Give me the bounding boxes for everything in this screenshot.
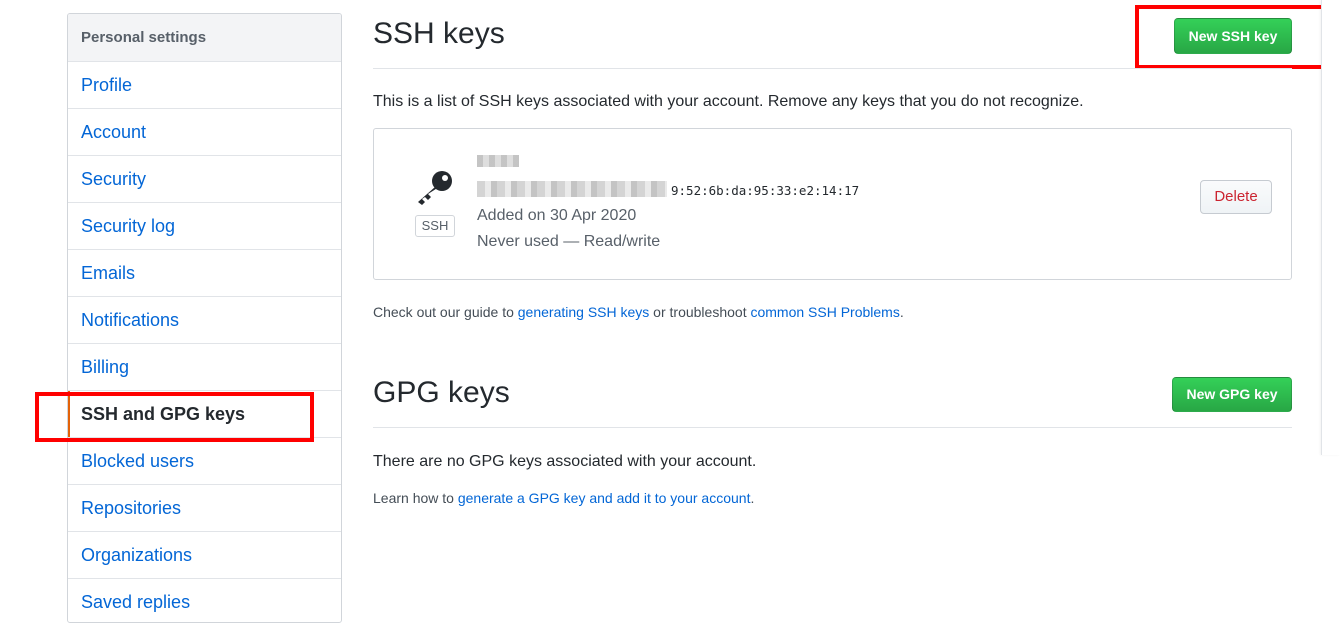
generating-ssh-keys-link[interactable]: generating SSH keys bbox=[518, 304, 650, 320]
ssh-guide: Check out our guide to generating SSH ke… bbox=[373, 304, 904, 320]
common-ssh-problems-link[interactable]: common SSH Problems bbox=[750, 304, 899, 320]
sidebar-item-repositories[interactable]: Repositories bbox=[68, 485, 341, 532]
fingerprint-visible: 9:52:6b:da:95:33:e2:14:17 bbox=[671, 183, 860, 198]
gpg-learn-suffix: . bbox=[750, 490, 755, 506]
new-gpg-key-button[interactable]: New GPG key bbox=[1172, 377, 1292, 412]
sidebar-header: Personal settings bbox=[68, 14, 341, 62]
new-ssh-key-button[interactable]: New SSH key bbox=[1174, 18, 1292, 54]
delete-key-button[interactable]: Delete bbox=[1200, 180, 1272, 214]
generate-gpg-key-link[interactable]: generate a GPG key and add it to your ac… bbox=[458, 490, 751, 506]
sidebar-item-saved-replies[interactable]: Saved replies bbox=[68, 579, 341, 622]
key-icon bbox=[418, 171, 452, 205]
key-added-date: Added on 30 Apr 2020 bbox=[477, 207, 637, 224]
ssh-guide-suffix: . bbox=[899, 304, 904, 320]
gpg-learn: Learn how to generate a GPG key and add … bbox=[373, 490, 754, 506]
key-usage: Never used — Read/write bbox=[477, 233, 661, 250]
sidebar-item-billing[interactable]: Billing bbox=[68, 344, 341, 391]
sidebar-item-emails[interactable]: Emails bbox=[68, 250, 341, 297]
ssh-keys-title: SSH keys bbox=[373, 16, 505, 50]
fingerprint-redacted bbox=[477, 181, 667, 197]
sidebar-item-blocked-users[interactable]: Blocked users bbox=[68, 438, 341, 485]
sidebar-item-security[interactable]: Security bbox=[68, 156, 341, 203]
ssh-guide-prefix: Check out our guide to bbox=[373, 304, 518, 320]
ssh-description: This is a list of SSH keys associated wi… bbox=[373, 93, 1084, 110]
key-title-redacted bbox=[477, 155, 519, 167]
sidebar-item-organizations[interactable]: Organizations bbox=[68, 532, 341, 579]
ssh-guide-middle: or troubleshoot bbox=[649, 304, 751, 320]
key-fingerprint: 9:52:6b:da:95:33:e2:14:17 bbox=[671, 183, 859, 198]
gpg-learn-prefix: Learn how to bbox=[373, 490, 458, 506]
gpg-empty-message: There are no GPG keys associated with yo… bbox=[373, 453, 757, 470]
sidebar-item-account[interactable]: Account bbox=[68, 109, 341, 156]
gpg-title-divider bbox=[373, 427, 1292, 428]
ssh-title-divider bbox=[373, 68, 1292, 69]
settings-sidebar: Personal settings Profile Account Securi… bbox=[67, 13, 342, 623]
ssh-badge: SSH bbox=[415, 215, 455, 237]
sidebar-item-security-log[interactable]: Security log bbox=[68, 203, 341, 250]
sidebar-item-notifications[interactable]: Notifications bbox=[68, 297, 341, 344]
sidebar-item-ssh-gpg-keys[interactable]: SSH and GPG keys bbox=[68, 391, 341, 438]
gpg-keys-title: GPG keys bbox=[373, 375, 510, 409]
right-edge-panel bbox=[1321, 0, 1340, 455]
sidebar-item-profile[interactable]: Profile bbox=[68, 62, 341, 109]
ssh-key-item: SSH 9:52:6b:da:95:33:e2:14:17 Added on 3… bbox=[373, 128, 1292, 280]
